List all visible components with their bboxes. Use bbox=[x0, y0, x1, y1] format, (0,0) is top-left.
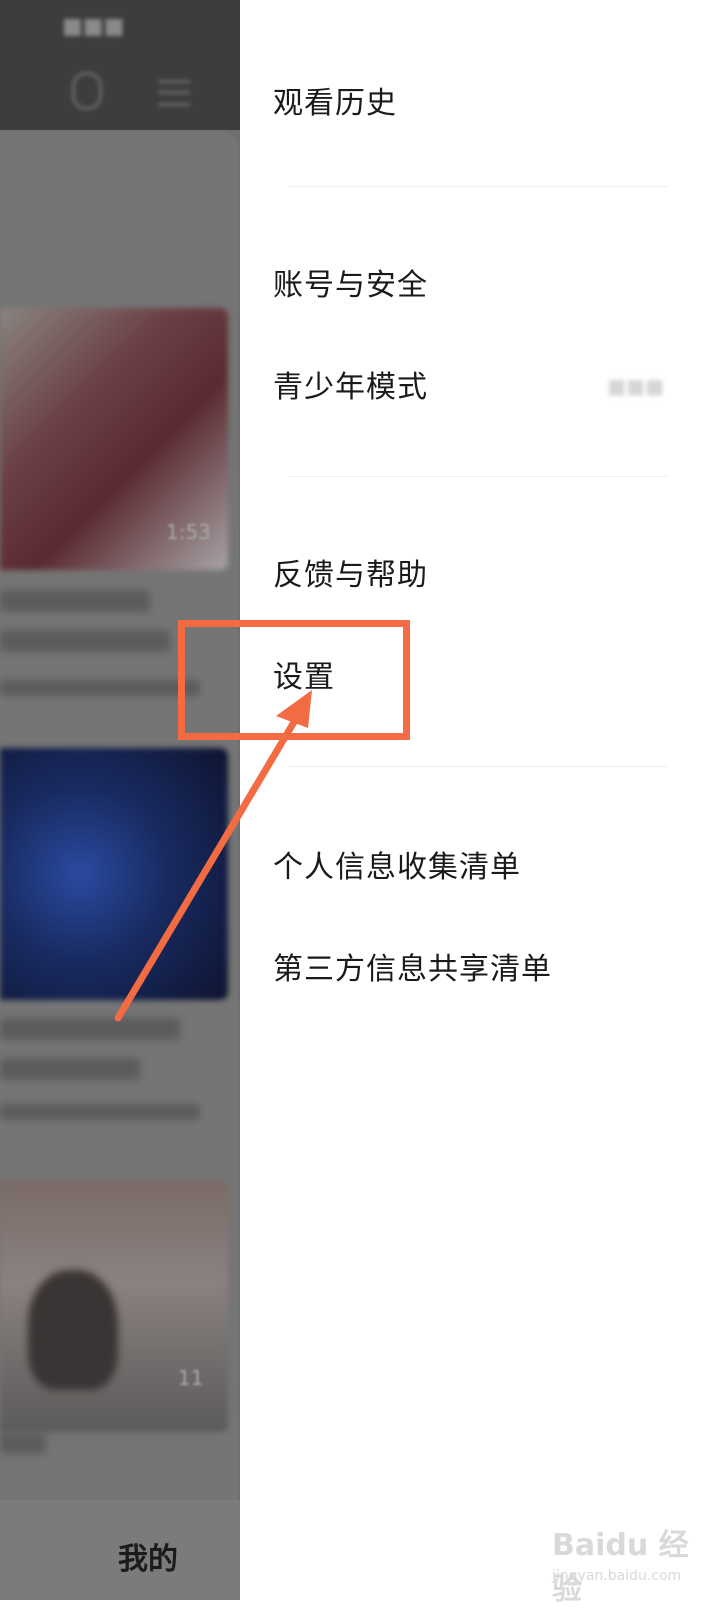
baidu-watermark: Baidu 经验 jingyan.baidu.com bbox=[552, 1520, 702, 1607]
side-menu-drawer: 观看历史 账号与安全 青少年模式 ■■■ 反馈与帮助 设置 个人信息收集清单 第… bbox=[240, 0, 720, 1600]
tab-mine[interactable]: 我的 bbox=[118, 1534, 178, 1578]
menu-item-personal-info-list[interactable]: 个人信息收集清单 bbox=[273, 842, 521, 886]
bottom-tab-bar: 我的 bbox=[0, 1500, 240, 1600]
video-thumbnail bbox=[0, 748, 228, 1000]
video-title-blurred bbox=[0, 590, 150, 612]
menu-item-watch-history[interactable]: 观看历史 bbox=[273, 78, 397, 122]
teen-mode-status-blurred: ■■■ bbox=[607, 374, 664, 398]
menu-item-third-party-sharing-list[interactable]: 第三方信息共享清单 bbox=[273, 944, 552, 988]
menu-divider bbox=[288, 186, 668, 187]
video-title-blurred bbox=[0, 1018, 180, 1040]
video-duration: 11 bbox=[178, 1366, 204, 1390]
person-image bbox=[28, 1270, 118, 1390]
watermark-url: jingyan.baidu.com bbox=[552, 1568, 682, 1584]
video-duration: 1:53 bbox=[166, 520, 211, 544]
video-meta-blurred bbox=[0, 680, 200, 696]
menu-item-account-security[interactable]: 账号与安全 bbox=[273, 260, 428, 304]
menu-divider bbox=[288, 766, 668, 767]
microphone-icon bbox=[72, 72, 102, 110]
menu-item-feedback-help[interactable]: 反馈与帮助 bbox=[273, 550, 428, 594]
menu-divider bbox=[288, 476, 668, 477]
video-meta-blurred bbox=[0, 1104, 200, 1120]
video-title-blurred bbox=[0, 1058, 140, 1080]
background-app: ■■■ 1:53 11 我的 bbox=[0, 0, 240, 1600]
background-top-bar: ■■■ bbox=[0, 0, 240, 130]
video-title-blurred bbox=[0, 1432, 46, 1454]
menu-icon bbox=[158, 80, 190, 106]
watermark-brand: Baidu 经验 bbox=[552, 1528, 689, 1607]
menu-item-teen-mode[interactable]: 青少年模式 bbox=[273, 362, 428, 406]
video-title-blurred bbox=[0, 630, 170, 652]
status-time-blurred: ■■■ bbox=[62, 14, 125, 39]
settings-highlight-box bbox=[178, 620, 410, 740]
